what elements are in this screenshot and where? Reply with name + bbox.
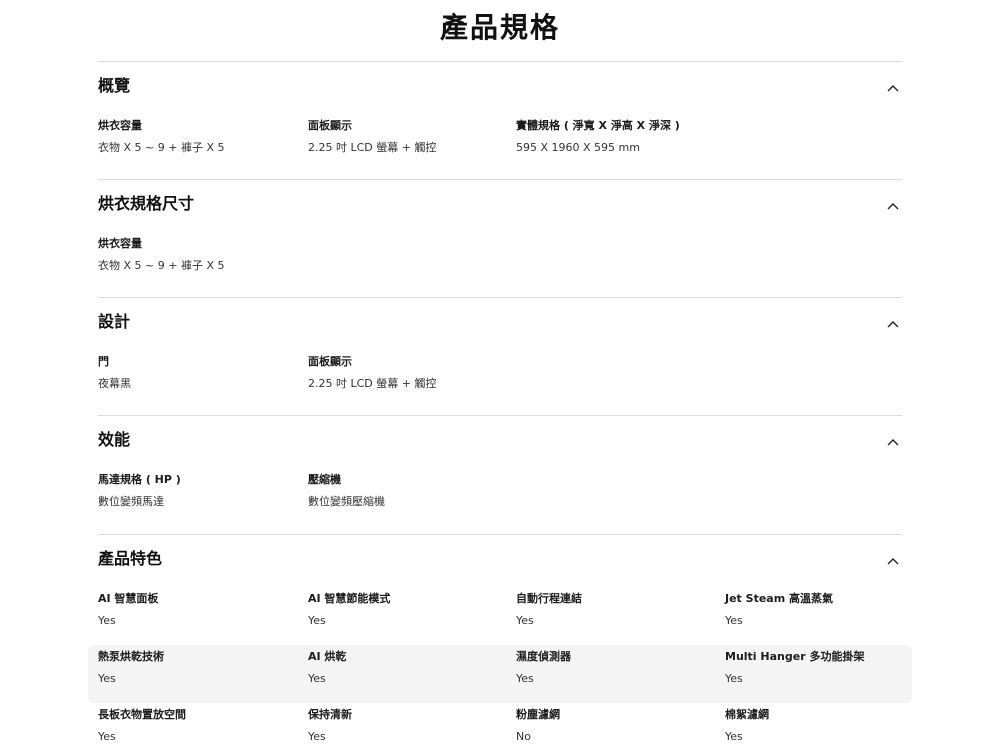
spec-label: 實體規格 ( 淨寬 X 淨高 X 淨深 ) [516, 119, 680, 132]
spec-label: 面板顯示 [308, 355, 352, 368]
section-header-features[interactable]: 產品特色 [98, 535, 902, 587]
spec-label: 壓縮機 [308, 473, 341, 486]
spec-item: 自動行程連結 Yes [516, 587, 582, 629]
spec-value: Yes [725, 730, 743, 743]
spec-label: 保持清新 [308, 708, 352, 721]
spec-item: Jet Steam 高溫蒸氣 Yes [725, 587, 833, 629]
page-title: 產品規格 [439, 11, 560, 44]
spec-item: 熱泵烘乾技術 Yes [98, 645, 164, 687]
spec-row: 熱泵烘乾技術 Yes AI 烘乾 Yes 濕度偵測器 Yes Multi Han… [88, 645, 912, 703]
spec-value: 夜幕黑 [98, 377, 131, 390]
spec-row: 馬達規格 ( HP ) 數位變頻馬達 壓縮機 數位變頻壓縮機 [98, 468, 902, 526]
spec-label: AI 烘乾 [308, 650, 347, 663]
chevron-up-icon[interactable] [886, 554, 900, 568]
spec-label: 長板衣物置放空間 [98, 708, 186, 721]
spec-label: 烘衣容量 [98, 237, 142, 250]
section-header-drying-spec[interactable]: 烘衣規格尺寸 [98, 180, 902, 232]
chevron-up-icon[interactable] [886, 435, 900, 449]
section-drying-spec: 烘衣規格尺寸 烘衣容量 衣物 X 5 ~ 9 + 褲子 X 5 [98, 179, 902, 290]
spec-grid: 門 夜幕黑 面板顯示 2.25 吋 LCD 螢幕 + 觸控 [98, 350, 902, 408]
spec-row: 烘衣容量 衣物 X 5 ~ 9 + 褲子 X 5 面板顯示 2.25 吋 LCD… [98, 114, 902, 172]
section-title: 概覽 [98, 76, 131, 95]
spec-item: AI 烘乾 Yes [308, 645, 346, 687]
spec-row: AI 智慧面板 Yes AI 智慧節能模式 Yes 自動行程連結 Yes Jet… [98, 587, 902, 645]
spec-item: 長板衣物置放空間 Yes [98, 703, 186, 745]
section-title: 效能 [98, 430, 131, 449]
spec-value: No [516, 730, 531, 743]
spec-value: Yes [98, 730, 116, 743]
spec-label: 烘衣容量 [98, 119, 142, 132]
spec-label: 棉絮濾網 [725, 708, 769, 721]
section-header-performance[interactable]: 效能 [98, 416, 902, 468]
spec-row: 長板衣物置放空間 Yes 保持清新 Yes 粉塵濾網 No 棉絮濾網 Yes [98, 703, 902, 748]
spec-item: 門 夜幕黑 [98, 350, 131, 392]
spec-item: 棉絮濾網 Yes [725, 703, 769, 745]
spec-label: AI 智慧節能模式 [308, 592, 391, 605]
chevron-up-icon[interactable] [886, 81, 900, 95]
spec-label: 面板顯示 [308, 119, 352, 132]
spec-value: Yes [725, 614, 743, 627]
spec-value: 衣物 X 5 ~ 9 + 褲子 X 5 [98, 259, 225, 272]
spec-value: Yes [308, 730, 326, 743]
spec-item: 烘衣容量 衣物 X 5 ~ 9 + 褲子 X 5 [98, 114, 224, 156]
spec-item: 面板顯示 2.25 吋 LCD 螢幕 + 觸控 [308, 350, 436, 392]
spec-item: 粉塵濾網 No [516, 703, 560, 745]
section-title: 烘衣規格尺寸 [98, 194, 195, 213]
spec-label: 自動行程連結 [516, 592, 582, 605]
section-title: 產品特色 [98, 549, 163, 568]
spec-item: 馬達規格 ( HP ) 數位變頻馬達 [98, 468, 181, 510]
spec-page: 產品規格 概覽 烘衣容量 衣物 X 5 ~ 9 + 褲子 X 5 面板顯示 2.… [0, 0, 1000, 748]
spec-label: 粉塵濾網 [516, 708, 560, 721]
chevron-up-icon[interactable] [886, 199, 900, 213]
section-overview: 概覽 烘衣容量 衣物 X 5 ~ 9 + 褲子 X 5 面板顯示 2.25 吋 … [98, 61, 902, 172]
section-design: 設計 門 夜幕黑 面板顯示 2.25 吋 LCD 螢幕 + 觸控 [98, 297, 902, 408]
spec-value: 2.25 吋 LCD 螢幕 + 觸控 [308, 377, 437, 390]
section-performance: 效能 馬達規格 ( HP ) 數位變頻馬達 壓縮機 數位變頻壓縮機 [98, 415, 902, 526]
spec-label: 濕度偵測器 [516, 650, 571, 663]
spec-value: Yes [516, 672, 534, 685]
spec-label: 馬達規格 ( HP ) [98, 473, 181, 486]
section-title: 設計 [98, 312, 131, 331]
spec-label: Multi Hanger 多功能掛架 [725, 650, 865, 663]
spec-item: AI 智慧節能模式 Yes [308, 587, 390, 629]
spec-value: 數位變頻馬達 [98, 495, 164, 508]
spec-value: Yes [725, 672, 743, 685]
spec-row: 門 夜幕黑 面板顯示 2.25 吋 LCD 螢幕 + 觸控 [98, 350, 902, 408]
section-features: 產品特色 AI 智慧面板 Yes AI 智慧節能模式 Yes 自動行程連結 Ye… [88, 534, 912, 748]
spec-grid: 烘衣容量 衣物 X 5 ~ 9 + 褲子 X 5 面板顯示 2.25 吋 LCD… [98, 114, 902, 172]
spec-label: Jet Steam 高溫蒸氣 [725, 592, 833, 605]
spec-item: 濕度偵測器 Yes [516, 645, 571, 687]
spec-label: AI 智慧面板 [98, 592, 159, 605]
spec-label: 熱泵烘乾技術 [98, 650, 164, 663]
chevron-up-icon[interactable] [886, 317, 900, 331]
spec-value: 數位變頻壓縮機 [308, 495, 385, 508]
spec-item: 面板顯示 2.25 吋 LCD 螢幕 + 觸控 [308, 114, 436, 156]
spec-grid: 馬達規格 ( HP ) 數位變頻馬達 壓縮機 數位變頻壓縮機 [98, 468, 902, 526]
spec-value: Yes [308, 614, 326, 627]
section-header-design[interactable]: 設計 [98, 298, 902, 350]
spec-value: Yes [98, 672, 116, 685]
section-header-overview[interactable]: 概覽 [98, 62, 902, 114]
spec-item: 保持清新 Yes [308, 703, 352, 745]
spec-item: AI 智慧面板 Yes [98, 587, 158, 629]
spec-grid: 烘衣容量 衣物 X 5 ~ 9 + 褲子 X 5 [98, 232, 902, 290]
spec-value: Yes [308, 672, 326, 685]
spec-value: 2.25 吋 LCD 螢幕 + 觸控 [308, 141, 437, 154]
spec-item: 烘衣容量 衣物 X 5 ~ 9 + 褲子 X 5 [98, 232, 224, 274]
spec-item: 壓縮機 數位變頻壓縮機 [308, 468, 385, 510]
spec-grid: AI 智慧面板 Yes AI 智慧節能模式 Yes 自動行程連結 Yes Jet… [88, 587, 912, 748]
spec-value: 595 X 1960 X 595 mm [516, 141, 640, 154]
spec-value: Yes [98, 614, 116, 627]
spec-item: 實體規格 ( 淨寬 X 淨高 X 淨深 ) 595 X 1960 X 595 m… [516, 114, 680, 156]
spec-value: 衣物 X 5 ~ 9 + 褲子 X 5 [98, 141, 225, 154]
spec-row: 烘衣容量 衣物 X 5 ~ 9 + 褲子 X 5 [98, 232, 902, 290]
spec-label: 門 [98, 355, 109, 368]
spec-value: Yes [516, 614, 534, 627]
spec-item: Multi Hanger 多功能掛架 Yes [725, 645, 864, 687]
